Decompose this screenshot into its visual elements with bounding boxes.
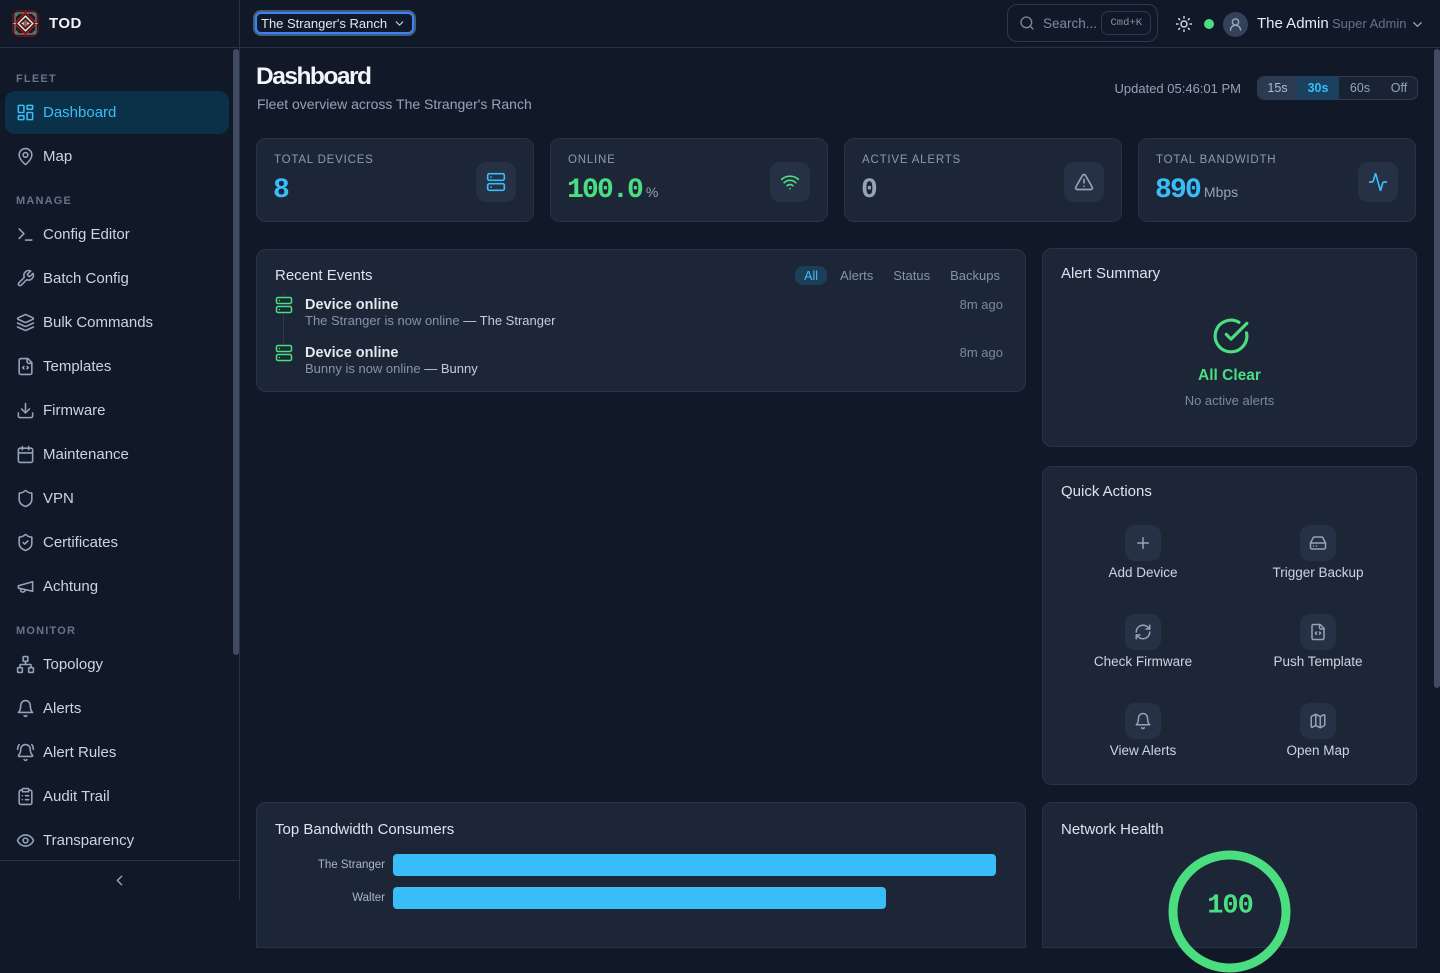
svg-text:100: 100 [1207,892,1253,922]
